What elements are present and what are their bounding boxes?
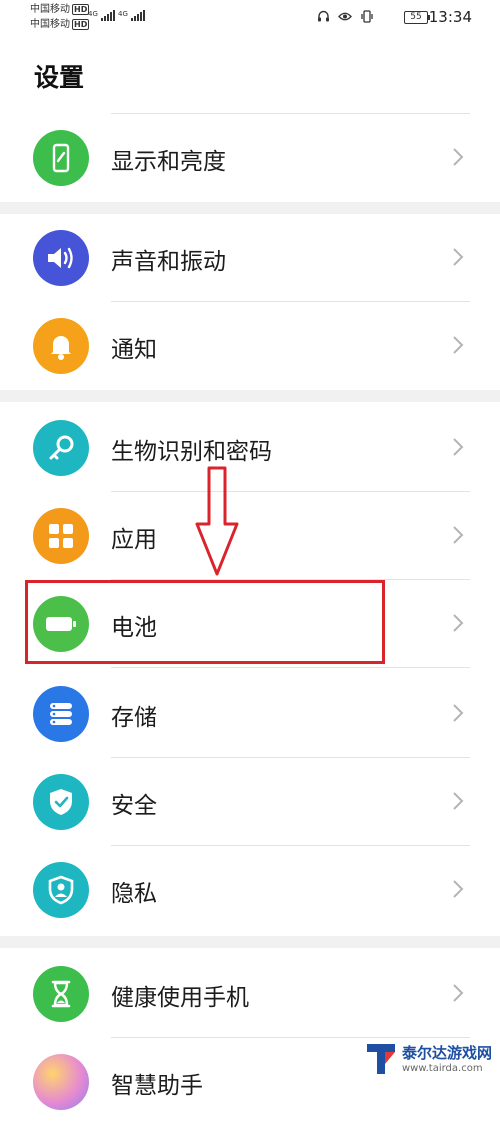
- settings-item-label: 生物识别和密码: [111, 439, 272, 465]
- chevron-right-icon: [453, 880, 464, 898]
- signal-2-icon: 4G: [118, 10, 146, 21]
- apps-grid-icon: [33, 508, 89, 564]
- settings-item-sound[interactable]: 声音和振动: [0, 214, 500, 302]
- chevron-right-icon: [453, 526, 464, 544]
- chevron-right-icon: [453, 148, 464, 166]
- chevron-right-icon: [453, 704, 464, 722]
- carrier-1-label: 中国移动: [30, 4, 70, 15]
- carrier-2: 中国移动 HD: [30, 19, 90, 31]
- watermark: 泰尔达游戏网 www.tairda.com: [364, 1038, 492, 1082]
- section-separator: [0, 936, 500, 948]
- signal-1-icon: 4G: [88, 10, 116, 21]
- settings-item-label: 通知: [111, 337, 157, 363]
- down-arrow-annotation: [195, 466, 239, 576]
- settings-item-label: 显示和亮度: [111, 149, 226, 175]
- settings-item-notifications[interactable]: 通知: [0, 302, 500, 390]
- chevron-right-icon: [453, 438, 464, 456]
- battery-indicator: 55: [404, 11, 430, 24]
- section-separator: [0, 202, 500, 214]
- vibrate-icon: [360, 10, 374, 27]
- chevron-right-icon: [453, 792, 464, 810]
- clock: 13:34: [428, 8, 472, 26]
- chevron-right-icon: [453, 248, 464, 266]
- chevron-right-icon: [453, 614, 464, 632]
- carrier-2-label: 中国移动: [30, 19, 70, 30]
- row-divider: [111, 667, 470, 668]
- settings-item-digital-balance[interactable]: 健康使用手机: [0, 950, 500, 1038]
- speaker-icon: [33, 230, 89, 286]
- watermark-logo-icon: [367, 1044, 395, 1074]
- watermark-url: www.tairda.com: [402, 1063, 483, 1074]
- privacy-icon: [33, 862, 89, 918]
- settings-item-display[interactable]: 显示和亮度: [0, 114, 500, 202]
- settings-item-label: 健康使用手机: [111, 985, 249, 1011]
- network-type-1: 4G: [88, 10, 98, 18]
- settings-item-label: 声音和振动: [111, 249, 226, 275]
- headphones-icon: [317, 10, 338, 27]
- settings-item-biometrics[interactable]: 生物识别和密码: [0, 404, 500, 492]
- shield-icon: [33, 774, 89, 830]
- watermark-name: 泰尔达游戏网: [402, 1044, 493, 1062]
- settings-item-label: 智慧助手: [111, 1073, 203, 1099]
- hd-badge: HD: [72, 19, 90, 30]
- chevron-right-icon: [453, 984, 464, 1002]
- section-separator: [0, 390, 500, 402]
- page-title: 设置: [34, 63, 85, 92]
- status-bar: 中国移动 HD 中国移动 HD 4G 4G 55 13:34: [0, 0, 500, 36]
- bell-icon: [33, 318, 89, 374]
- phone-brightness-icon: [33, 130, 89, 186]
- settings-item-apps[interactable]: 应用: [0, 492, 500, 580]
- settings-item-label: 存储: [111, 705, 157, 731]
- settings-item-privacy[interactable]: 隐私: [0, 846, 500, 934]
- settings-item-label: 应用: [111, 527, 157, 553]
- settings-item-security[interactable]: 安全: [0, 758, 500, 846]
- storage-icon: [33, 686, 89, 742]
- eye-icon: [337, 12, 360, 27]
- assistant-icon: [33, 1054, 89, 1110]
- settings-item-label: 安全: [111, 793, 157, 819]
- highlight-box-annotation: [25, 580, 385, 664]
- chevron-right-icon: [453, 336, 464, 354]
- network-type-2: 4G: [118, 10, 128, 18]
- status-icons: [317, 10, 374, 27]
- key-icon: [33, 420, 89, 476]
- hd-badge: HD: [72, 4, 90, 15]
- settings-item-label: 隐私: [111, 881, 157, 907]
- carrier-1: 中国移动 HD: [30, 4, 90, 16]
- settings-item-storage[interactable]: 存储: [0, 670, 500, 758]
- hourglass-icon: [33, 966, 89, 1022]
